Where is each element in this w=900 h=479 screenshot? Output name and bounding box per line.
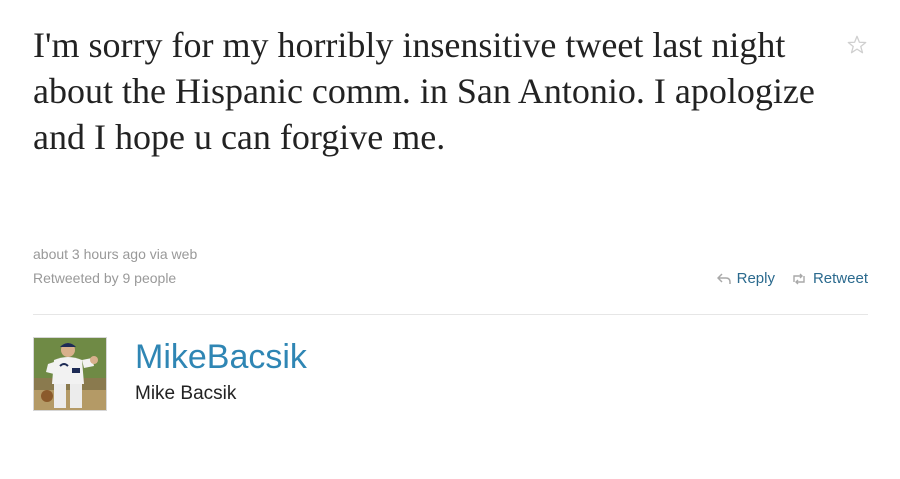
tweet-text: I'm sorry for my horribly insensitive tw… bbox=[33, 25, 815, 157]
star-icon[interactable] bbox=[846, 34, 868, 56]
tweet-timestamp: about 3 hours ago via web bbox=[33, 246, 198, 262]
author-full-name: Mike Bacsik bbox=[135, 383, 237, 404]
retweeted-by: Retweeted by 9 people bbox=[33, 270, 177, 286]
author-screen-name[interactable]: MikeBacsik bbox=[135, 337, 307, 377]
reply-arrow-icon bbox=[716, 272, 731, 284]
avatar[interactable] bbox=[33, 337, 107, 411]
reply-button[interactable]: Reply bbox=[716, 270, 775, 287]
avatar-photo bbox=[34, 338, 106, 410]
retweet-label: Retweet bbox=[812, 270, 868, 287]
divider bbox=[33, 314, 868, 315]
retweet-button[interactable]: Retweet bbox=[791, 270, 868, 287]
tweet-actions: Reply Retweet bbox=[716, 270, 868, 287]
reply-label: Reply bbox=[736, 270, 775, 287]
retweet-icon bbox=[793, 273, 805, 284]
